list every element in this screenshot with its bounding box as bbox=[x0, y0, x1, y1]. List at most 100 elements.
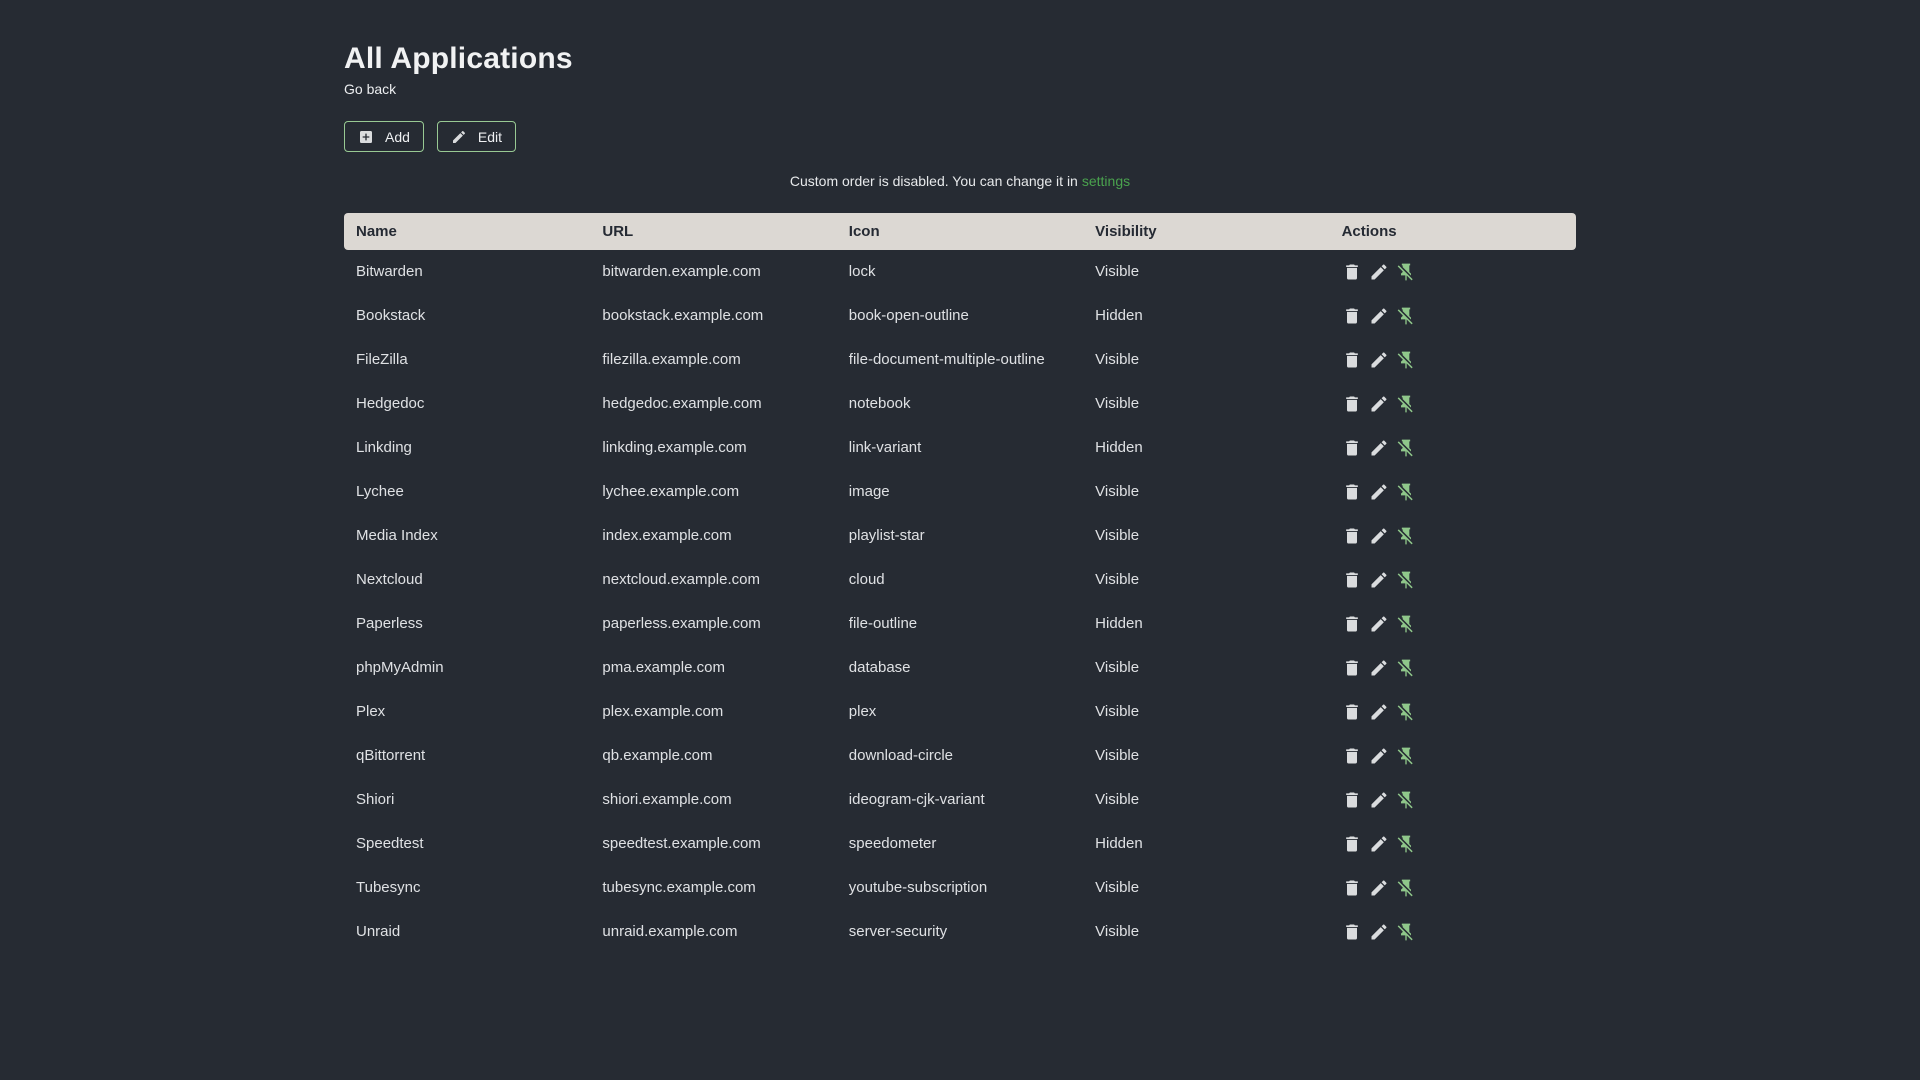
app-icon-cell: file-document-multiple-outline bbox=[848, 351, 1045, 368]
delete-icon[interactable] bbox=[1342, 878, 1362, 898]
edit-icon[interactable] bbox=[1369, 878, 1389, 898]
app-actions-cell bbox=[1330, 558, 1576, 602]
pin-off-icon[interactable] bbox=[1396, 438, 1416, 458]
edit-icon[interactable] bbox=[1369, 614, 1389, 634]
notice-text: Custom order is disabled. You can change… bbox=[789, 173, 1078, 189]
app-name-cell: Paperless bbox=[356, 615, 423, 632]
column-header-url: URL bbox=[590, 213, 837, 250]
app-url-cell: nextcloud.example.com bbox=[602, 571, 760, 588]
delete-icon[interactable] bbox=[1342, 570, 1362, 590]
delete-icon[interactable] bbox=[1342, 614, 1362, 634]
pin-off-icon[interactable] bbox=[1396, 394, 1416, 414]
pin-off-icon[interactable] bbox=[1396, 702, 1416, 722]
app-url-cell: tubesync.example.com bbox=[602, 879, 756, 896]
app-visibility-cell: Visible bbox=[1095, 483, 1140, 500]
delete-icon[interactable] bbox=[1342, 394, 1362, 414]
edit-button[interactable]: Edit bbox=[436, 121, 517, 152]
app-actions-cell bbox=[1330, 250, 1576, 294]
pin-off-icon[interactable] bbox=[1396, 922, 1416, 942]
pin-off-icon[interactable] bbox=[1396, 746, 1416, 766]
app-visibility-cell: Visible bbox=[1095, 351, 1140, 368]
edit-icon[interactable] bbox=[1369, 262, 1389, 282]
delete-icon[interactable] bbox=[1342, 790, 1362, 810]
app-url-cell: speedtest.example.com bbox=[602, 835, 761, 852]
pin-off-icon[interactable] bbox=[1396, 790, 1416, 810]
go-back-link[interactable]: Go back bbox=[344, 81, 396, 97]
pin-off-icon[interactable] bbox=[1396, 482, 1416, 502]
edit-icon[interactable] bbox=[1369, 790, 1389, 810]
edit-icon[interactable] bbox=[1369, 570, 1389, 590]
app-name-cell: FileZilla bbox=[356, 351, 408, 368]
app-name-cell: Speedtest bbox=[356, 835, 424, 852]
edit-icon[interactable] bbox=[1369, 922, 1389, 942]
app-icon-cell: speedometer bbox=[848, 835, 937, 852]
edit-icon[interactable] bbox=[1369, 658, 1389, 678]
delete-icon[interactable] bbox=[1342, 482, 1362, 502]
app-visibility-cell: Visible bbox=[1095, 395, 1140, 412]
app-name-cell: Bitwarden bbox=[356, 263, 423, 280]
app-url-cell: linkding.example.com bbox=[602, 439, 747, 456]
edit-icon[interactable] bbox=[1369, 526, 1389, 546]
app-url-cell: bookstack.example.com bbox=[602, 307, 764, 324]
table-row: qBittorrent qb.example.com download-circ… bbox=[344, 734, 1576, 778]
app-visibility-cell: Visible bbox=[1095, 659, 1140, 676]
edit-icon[interactable] bbox=[1369, 834, 1389, 854]
pin-off-icon[interactable] bbox=[1396, 350, 1416, 370]
pin-off-icon[interactable] bbox=[1396, 306, 1416, 326]
app-url-cell: qb.example.com bbox=[602, 747, 713, 764]
edit-icon[interactable] bbox=[1369, 702, 1389, 722]
app-actions-cell bbox=[1330, 646, 1576, 690]
app-icon-cell: ideogram-cjk-variant bbox=[848, 791, 985, 808]
app-name-cell: qBittorrent bbox=[356, 747, 426, 764]
edit-icon[interactable] bbox=[1369, 482, 1389, 502]
settings-link[interactable]: settings bbox=[1082, 173, 1130, 189]
delete-icon[interactable] bbox=[1342, 834, 1362, 854]
table-row: phpMyAdmin pma.example.com database Visi… bbox=[344, 646, 1576, 690]
delete-icon[interactable] bbox=[1342, 702, 1362, 722]
delete-icon[interactable] bbox=[1342, 526, 1362, 546]
app-icon-cell: book-open-outline bbox=[848, 307, 969, 324]
app-url-cell: plex.example.com bbox=[602, 703, 724, 720]
app-name-cell: Bookstack bbox=[356, 307, 426, 324]
pin-off-icon[interactable] bbox=[1396, 834, 1416, 854]
delete-icon[interactable] bbox=[1342, 746, 1362, 766]
table-row: Nextcloud nextcloud.example.com cloud Vi… bbox=[344, 558, 1576, 602]
pin-off-icon[interactable] bbox=[1396, 878, 1416, 898]
delete-icon[interactable] bbox=[1342, 922, 1362, 942]
app-icon-cell: server-security bbox=[848, 923, 948, 940]
delete-icon[interactable] bbox=[1342, 262, 1362, 282]
app-url-cell: paperless.example.com bbox=[602, 615, 761, 632]
app-actions-cell bbox=[1330, 602, 1576, 646]
edit-icon[interactable] bbox=[1369, 438, 1389, 458]
app-visibility-cell: Visible bbox=[1095, 263, 1140, 280]
pin-off-icon[interactable] bbox=[1396, 570, 1416, 590]
app-actions-cell bbox=[1330, 866, 1576, 910]
app-url-cell: bitwarden.example.com bbox=[602, 263, 761, 280]
app-icon-cell: youtube-subscription bbox=[848, 879, 988, 896]
add-button[interactable]: Add bbox=[344, 121, 424, 152]
edit-icon[interactable] bbox=[1369, 746, 1389, 766]
app-name-cell: Tubesync bbox=[356, 879, 421, 896]
pin-off-icon[interactable] bbox=[1396, 262, 1416, 282]
column-header-actions: Actions bbox=[1329, 213, 1576, 250]
pin-off-icon[interactable] bbox=[1396, 658, 1416, 678]
delete-icon[interactable] bbox=[1342, 306, 1362, 326]
delete-icon[interactable] bbox=[1342, 438, 1362, 458]
table-row: Unraid unraid.example.com server-securit… bbox=[344, 910, 1576, 954]
edit-icon[interactable] bbox=[1369, 394, 1389, 414]
delete-icon[interactable] bbox=[1342, 350, 1362, 370]
pin-off-icon[interactable] bbox=[1396, 526, 1416, 546]
edit-icon[interactable] bbox=[1369, 306, 1389, 326]
custom-order-notice: Custom order is disabled. You can change… bbox=[344, 173, 1576, 189]
pin-off-icon[interactable] bbox=[1396, 614, 1416, 634]
table-row: Bookstack bookstack.example.com book-ope… bbox=[344, 294, 1576, 338]
main-content: All Applications Go back Add Edit Custom… bbox=[344, 0, 1576, 954]
app-url-cell: pma.example.com bbox=[602, 659, 725, 676]
app-icon-cell: image bbox=[848, 483, 890, 500]
edit-icon[interactable] bbox=[1369, 350, 1389, 370]
table-row: Tubesync tubesync.example.com youtube-su… bbox=[344, 866, 1576, 910]
app-visibility-cell: Hidden bbox=[1095, 835, 1143, 852]
app-actions-cell bbox=[1330, 426, 1576, 470]
app-url-cell: filezilla.example.com bbox=[602, 351, 741, 368]
delete-icon[interactable] bbox=[1342, 658, 1362, 678]
